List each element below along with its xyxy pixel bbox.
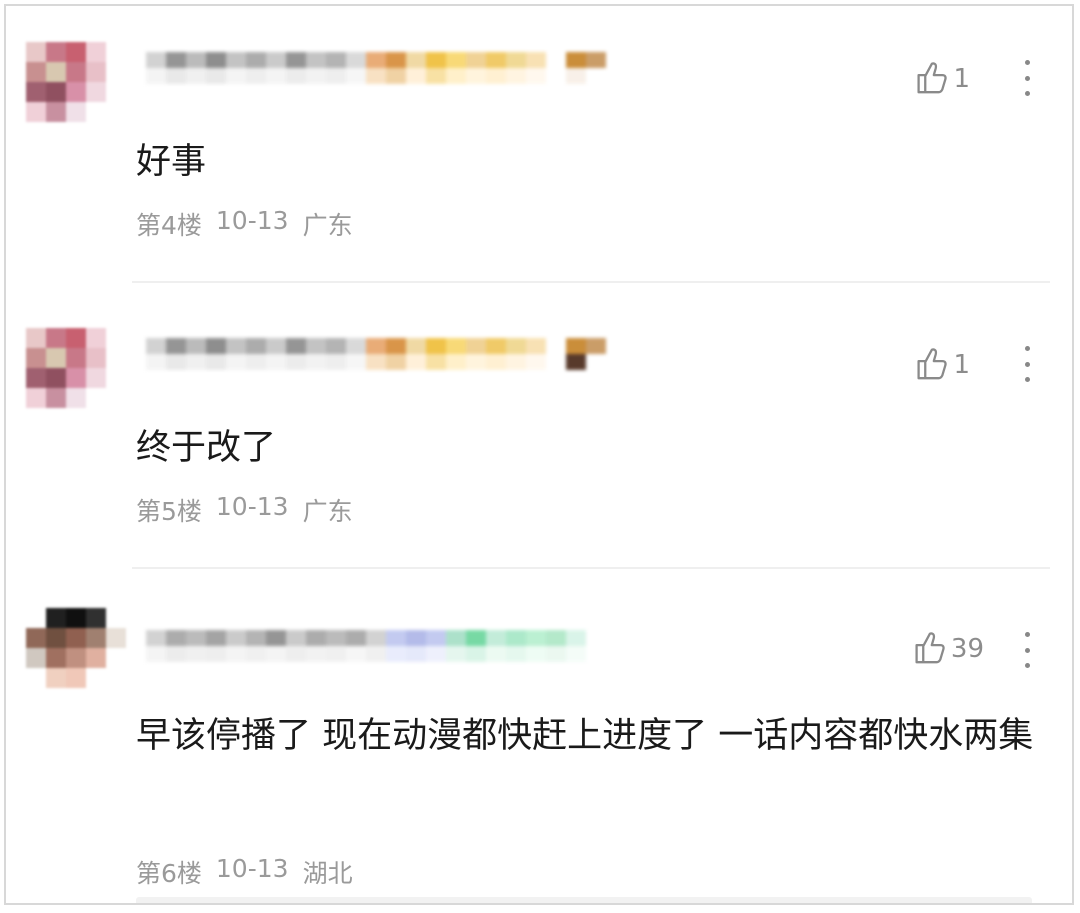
avatar[interactable] [26, 42, 126, 122]
comment-list: 1 好事 第4楼 10-13 广东 1 终于改了 第5楼 10-13 广东 39… [4, 4, 1074, 905]
thumbs-up-icon [911, 344, 949, 386]
comment-meta: 第4楼 10-13 广东 [136, 206, 353, 242]
divider [132, 281, 1050, 283]
like-button[interactable]: 39 [909, 628, 984, 670]
more-vertical-icon[interactable] [1024, 60, 1030, 96]
comment-text: 终于改了 [136, 428, 277, 468]
username[interactable] [146, 338, 606, 388]
comment-date: 10-13 [215, 492, 289, 521]
comment-location: 湖北 [302, 859, 353, 888]
like-count: 1 [953, 350, 970, 380]
floor-number: 第4楼 [136, 211, 202, 240]
floor-number: 第5楼 [136, 497, 202, 526]
comment-text: 好事 [136, 142, 207, 182]
more-vertical-icon[interactable] [1024, 346, 1030, 382]
comment-date: 10-13 [215, 206, 289, 235]
comment-meta: 第5楼 10-13 广东 [136, 492, 353, 528]
more-vertical-icon[interactable] [1024, 632, 1030, 668]
username[interactable] [146, 52, 606, 102]
divider [132, 567, 1050, 569]
floor-number: 第6楼 [136, 859, 202, 888]
comment-meta: 第6楼 10-13 湖北 [136, 854, 353, 890]
next-comment-edge [136, 897, 1032, 903]
comment-text: 早该停播了 现在动漫都快赶上进度了 一话内容都快水两集 [136, 716, 1034, 756]
avatar[interactable] [26, 608, 126, 688]
comment-location: 广东 [302, 211, 353, 240]
avatar[interactable] [26, 328, 126, 408]
like-count: 39 [950, 634, 984, 664]
thumbs-up-icon [909, 628, 947, 670]
comment-date: 10-13 [215, 854, 289, 883]
like-count: 1 [953, 64, 970, 94]
comment-location: 广东 [302, 497, 353, 526]
like-button[interactable]: 1 [911, 58, 970, 100]
thumbs-up-icon [911, 58, 949, 100]
like-button[interactable]: 1 [911, 344, 970, 386]
username[interactable] [146, 630, 606, 680]
